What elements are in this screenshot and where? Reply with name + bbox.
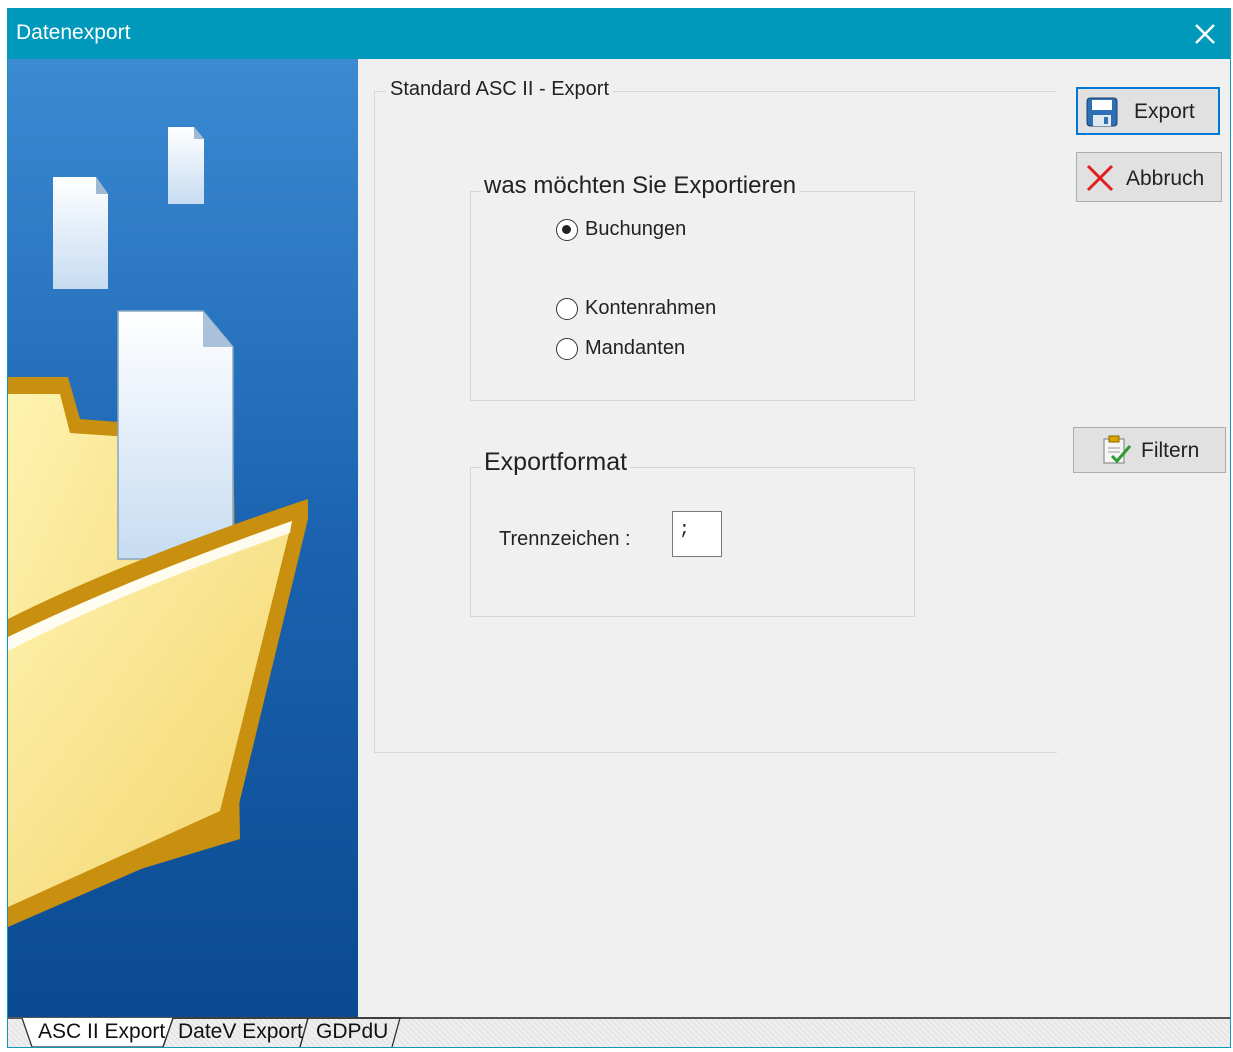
tab-gdpdu[interactable]: GDPdU	[310, 1017, 394, 1047]
cancel-button[interactable]: Abbruch	[1076, 152, 1222, 202]
separator-input[interactable]: ;	[672, 511, 722, 557]
tab-datev-export[interactable]: DateV Export	[172, 1017, 309, 1047]
radio-buchungen[interactable]: Buchungen	[556, 218, 686, 241]
radio-kontenrahmen[interactable]: Kontenrahmen	[556, 297, 716, 320]
radio-circle[interactable]	[556, 297, 578, 320]
standard-export-label: Standard ASC II - Export	[386, 78, 613, 101]
red-x-icon	[1086, 164, 1114, 192]
folder-documents-illustration	[8, 59, 358, 1017]
close-button[interactable]	[1180, 9, 1230, 59]
radio-mandanten[interactable]: Mandanten	[556, 337, 685, 360]
export-dialog: Datenexport Standard ASC II - Export was…	[7, 8, 1231, 1048]
title-bar[interactable]: Datenexport	[8, 9, 1230, 59]
tab-asc-ii-export[interactable]: ASC II Export	[32, 1017, 171, 1047]
separator-label: Trennzeichen :	[499, 528, 631, 550]
close-icon	[1195, 24, 1215, 44]
radio-circle-checked[interactable]	[556, 218, 578, 241]
export-what-group: was möchten Sie Exportieren Buchungen Ko…	[470, 172, 915, 401]
export-format-group: Exportformat Trennzeichen : ;	[470, 448, 915, 617]
filter-button-label: Filtern	[1141, 439, 1200, 462]
export-format-legend: Exportformat	[481, 448, 631, 477]
export-button[interactable]: Export	[1076, 87, 1220, 135]
cancel-button-label: Abbruch	[1126, 167, 1205, 190]
radio-label: Mandanten	[585, 337, 686, 359]
tab-strip: ASC II Export DateV Export GDPdU	[8, 1017, 1230, 1047]
filter-button[interactable]: Filtern	[1073, 427, 1226, 473]
side-illustration	[8, 59, 358, 1017]
radio-label: Buchungen	[585, 218, 687, 240]
clipboard-check-icon	[1103, 435, 1132, 464]
export-button-label: Export	[1134, 100, 1195, 123]
radio-circle[interactable]	[556, 337, 578, 360]
window-title: Datenexport	[16, 21, 131, 44]
floppy-disk-icon	[1086, 97, 1118, 127]
export-what-legend: was möchten Sie Exportieren	[481, 172, 800, 200]
content-area: Standard ASC II - Export was möchten Sie…	[358, 59, 1230, 1017]
radio-label: Kontenrahmen	[585, 297, 717, 319]
